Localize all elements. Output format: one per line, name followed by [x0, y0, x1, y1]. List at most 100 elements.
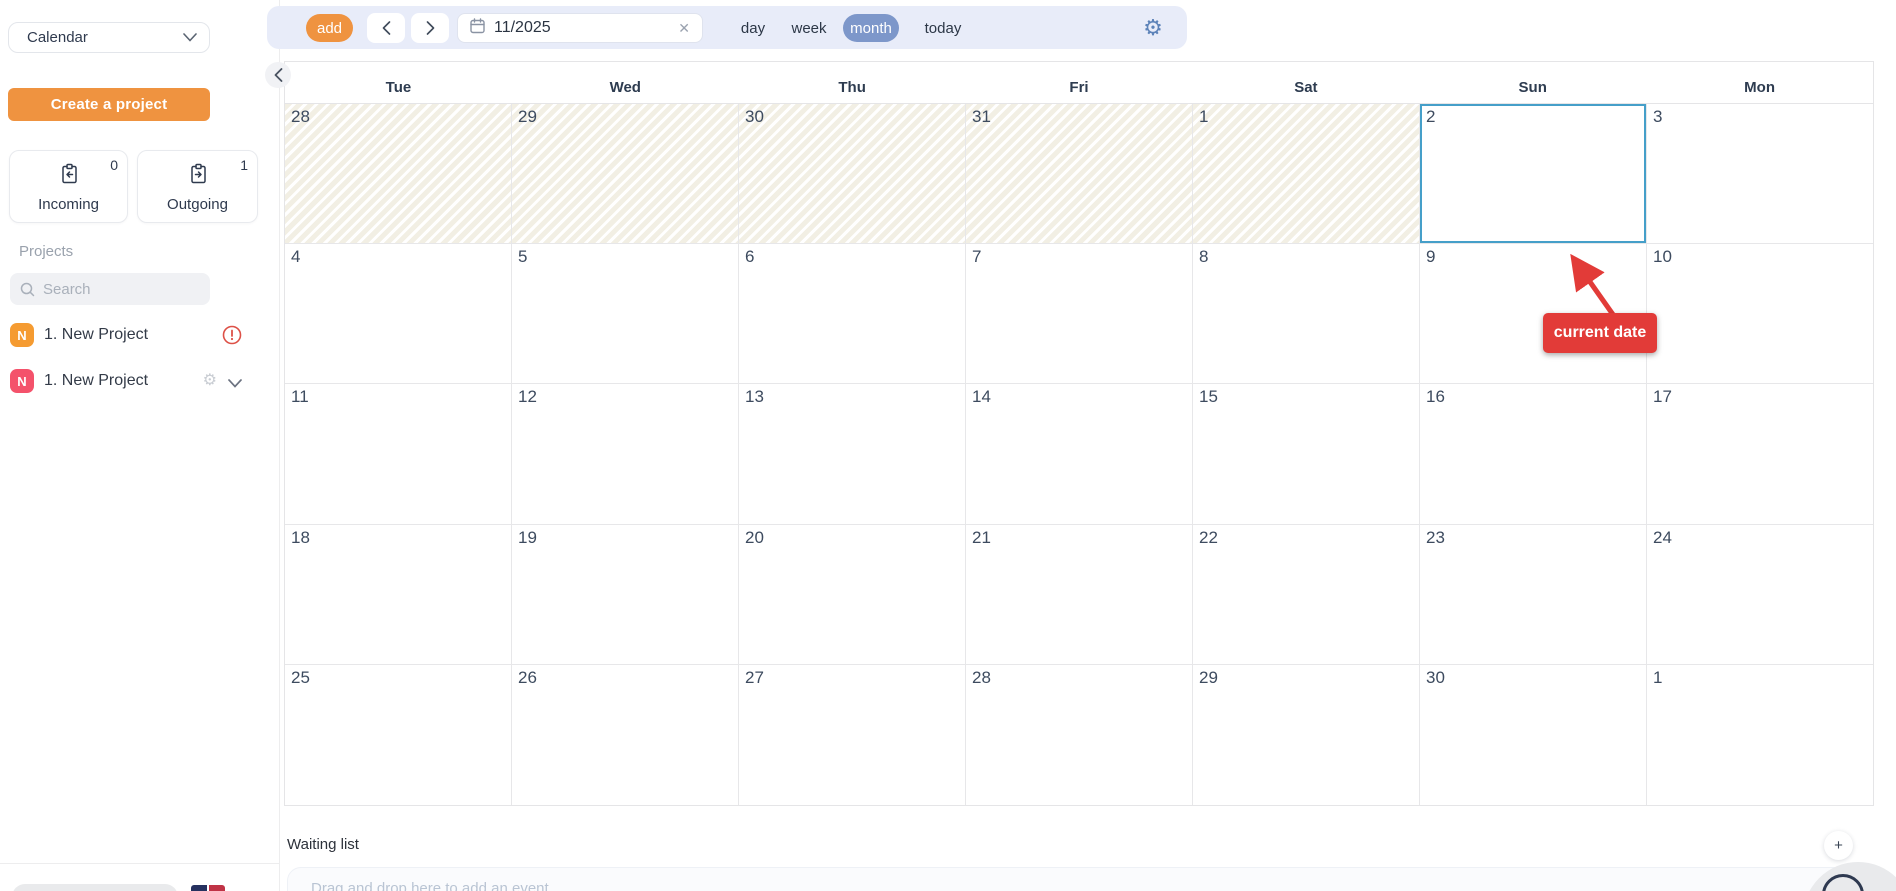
- day-number: 22: [1199, 528, 1218, 548]
- day-cell[interactable]: 27: [739, 665, 966, 805]
- sidebar: Calendar Create a project 0 Incoming 1: [0, 0, 280, 891]
- calendar-toolbar: add 11/2025 ✕ day week month today ⚙: [267, 6, 1187, 49]
- day-cell[interactable]: 1: [1193, 104, 1420, 244]
- day-number: 14: [972, 387, 991, 407]
- day-number: 17: [1653, 387, 1672, 407]
- view-month-button[interactable]: month: [843, 14, 899, 42]
- incoming-card[interactable]: 0 Incoming: [9, 150, 128, 223]
- project-row[interactable]: N 1. New Project ⚙: [10, 364, 270, 398]
- prev-period-button[interactable]: [367, 13, 405, 43]
- day-number: 24: [1653, 528, 1672, 548]
- project-name: 1. New Project: [44, 372, 148, 390]
- view-week-button[interactable]: week: [786, 14, 832, 42]
- day-cell[interactable]: 24: [1647, 525, 1873, 665]
- create-project-button[interactable]: Create a project: [8, 88, 210, 121]
- day-cell[interactable]: 17: [1647, 384, 1873, 524]
- day-cell[interactable]: 29: [1193, 665, 1420, 805]
- day-cell[interactable]: 15: [1193, 384, 1420, 524]
- day-cell[interactable]: 22: [1193, 525, 1420, 665]
- day-cell[interactable]: 23: [1420, 525, 1647, 665]
- day-cell[interactable]: 30: [1420, 665, 1647, 805]
- search-icon: [20, 282, 35, 297]
- day-cell[interactable]: 21: [966, 525, 1193, 665]
- day-number: 25: [291, 668, 310, 688]
- waiting-list-dropzone[interactable]: Drag and drop here to add an event: [287, 867, 1874, 891]
- view-today-button[interactable]: today: [918, 14, 968, 42]
- outgoing-card[interactable]: 1 Outgoing: [137, 150, 258, 223]
- waiting-list-add-button[interactable]: +: [1824, 831, 1853, 860]
- day-number: 11: [291, 387, 309, 407]
- sidebar-collapse-button[interactable]: [265, 62, 291, 88]
- next-period-button[interactable]: [411, 13, 449, 43]
- projects-section-label: Projects: [19, 243, 73, 260]
- bottom-pill[interactable]: [12, 884, 178, 891]
- day-cell[interactable]: 19: [512, 525, 739, 665]
- day-number: 1: [1653, 668, 1662, 688]
- day-number: 3: [1653, 107, 1662, 127]
- language-flag-icon[interactable]: [191, 885, 225, 891]
- add-event-button[interactable]: add: [306, 14, 353, 42]
- day-cell[interactable]: 14: [966, 384, 1193, 524]
- day-cell[interactable]: 1: [1647, 665, 1873, 805]
- day-header: Wed: [512, 62, 739, 103]
- day-number: 20: [745, 528, 764, 548]
- day-number: 6: [745, 247, 754, 267]
- project-name: 1. New Project: [44, 326, 148, 344]
- day-number: 29: [1199, 668, 1218, 688]
- week-row: 25 26 27 28 29 30 1: [285, 665, 1873, 805]
- date-picker-value: 11/2025: [494, 19, 551, 37]
- day-cell[interactable]: 26: [512, 665, 739, 805]
- day-cell[interactable]: 16: [1420, 384, 1647, 524]
- chevron-down-icon: [183, 33, 197, 42]
- day-number: 21: [972, 528, 991, 548]
- day-cell[interactable]: 20: [739, 525, 966, 665]
- day-cell[interactable]: 12: [512, 384, 739, 524]
- day-cell[interactable]: 18: [285, 525, 512, 665]
- day-number: 18: [291, 528, 310, 548]
- project-avatar: N: [10, 323, 34, 347]
- day-header: Sat: [1192, 62, 1419, 103]
- outgoing-label: Outgoing: [138, 196, 257, 213]
- day-cell[interactable]: 4: [285, 244, 512, 384]
- day-cell[interactable]: 28: [285, 104, 512, 244]
- day-header: Mon: [1646, 62, 1873, 103]
- day-number: 10: [1653, 247, 1672, 267]
- project-settings-gear-icon[interactable]: ⚙: [203, 372, 217, 390]
- current-date-cell[interactable]: 2: [1420, 104, 1647, 244]
- day-cell[interactable]: 10: [1647, 244, 1873, 384]
- search-input[interactable]: [43, 281, 183, 298]
- week-row: 18 19 20 21 22 23 24: [285, 525, 1873, 665]
- day-header: Sun: [1419, 62, 1646, 103]
- day-number: 8: [1199, 247, 1208, 267]
- day-cell[interactable]: 29: [512, 104, 739, 244]
- day-cell[interactable]: 6: [739, 244, 966, 384]
- project-row[interactable]: N 1. New Project: [10, 318, 270, 352]
- day-header: Thu: [739, 62, 966, 103]
- day-cell[interactable]: 28: [966, 665, 1193, 805]
- day-cell[interactable]: 7: [966, 244, 1193, 384]
- day-number: 4: [291, 247, 300, 267]
- day-cell[interactable]: 8: [1193, 244, 1420, 384]
- day-cell[interactable]: 30: [739, 104, 966, 244]
- date-picker-field[interactable]: 11/2025 ✕: [457, 13, 703, 43]
- view-selector-value: Calendar: [27, 29, 88, 46]
- day-number: 31: [972, 107, 991, 127]
- day-cell[interactable]: 25: [285, 665, 512, 805]
- project-expand-chevron-icon[interactable]: [228, 375, 242, 393]
- view-selector-dropdown[interactable]: Calendar: [8, 22, 210, 53]
- day-number: 28: [291, 107, 310, 127]
- day-number: 30: [1426, 668, 1445, 688]
- day-cell[interactable]: 11: [285, 384, 512, 524]
- sidebar-divider: [0, 863, 280, 864]
- settings-gear-icon[interactable]: ⚙: [1135, 13, 1171, 43]
- view-day-button[interactable]: day: [733, 14, 773, 42]
- day-cell[interactable]: 5: [512, 244, 739, 384]
- day-number: 26: [518, 668, 537, 688]
- alert-icon[interactable]: [222, 325, 242, 350]
- day-cell[interactable]: 3: [1647, 104, 1873, 244]
- clear-date-icon[interactable]: ✕: [678, 20, 690, 37]
- day-cell[interactable]: 31: [966, 104, 1193, 244]
- day-number: 2: [1426, 107, 1435, 127]
- day-cell[interactable]: 13: [739, 384, 966, 524]
- day-number: 23: [1426, 528, 1445, 548]
